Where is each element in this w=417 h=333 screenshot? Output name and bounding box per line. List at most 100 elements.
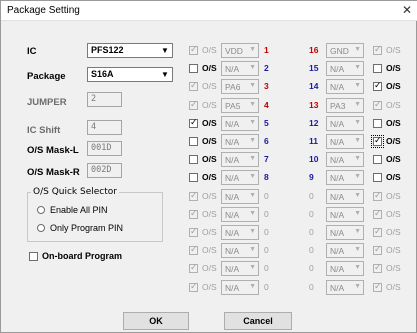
pin-row-right: 15 N/A ▼ O/S: [309, 61, 411, 77]
pin-select: N/A ▼: [326, 115, 364, 131]
chevron-down-icon: ▼: [249, 100, 256, 108]
os-label: O/S: [202, 99, 217, 110]
pin-select-value: PA5: [225, 100, 241, 111]
only-program-pin-radio[interactable]: [37, 224, 45, 232]
os-label: O/S: [202, 281, 217, 292]
chevron-down-icon: ▼: [249, 137, 256, 144]
pin-select-value: N/A: [330, 82, 345, 93]
chevron-down-icon: ▼: [354, 264, 361, 272]
os-checkbox[interactable]: [373, 64, 382, 74]
package-select[interactable]: S16A ▼: [87, 67, 173, 82]
chevron-down-icon: ▼: [161, 46, 169, 55]
enable-all-pin-radio[interactable]: [37, 206, 45, 214]
pin-select-value: N/A: [225, 137, 240, 147]
pin-number: 2: [264, 63, 269, 74]
pin-number: 0: [264, 245, 269, 256]
os-label: O/S: [386, 136, 401, 146]
chevron-down-icon: ▼: [354, 118, 361, 126]
chevron-down-icon: ▼: [249, 64, 256, 72]
only-program-pin-label[interactable]: Only Program PIN: [50, 223, 123, 233]
pin-row-left: O/S N/A ▼ 7: [189, 152, 279, 168]
os-checkbox[interactable]: [189, 137, 198, 146]
os-quick-selector-title: O/S Quick Selector: [31, 187, 119, 197]
pin-select: N/A ▼: [221, 225, 259, 240]
cancel-button[interactable]: Cancel: [224, 312, 292, 330]
pin-select-value: N/A: [225, 228, 240, 238]
chevron-down-icon: ▼: [249, 246, 256, 254]
pin-number: 9: [309, 172, 314, 183]
pin-select: N/A ▼: [326, 261, 364, 277]
pin-number: 0: [309, 281, 314, 292]
pin-number: 0: [264, 281, 269, 292]
pin-number: 13: [309, 99, 319, 110]
pin-select: N/A ▼: [221, 243, 259, 259]
pin-number: 0: [309, 208, 314, 219]
os-checkbox: ✓: [373, 263, 382, 274]
chevron-down-icon: ▼: [249, 282, 256, 290]
os-checkbox: ✓: [373, 208, 382, 219]
pin-select: GND ▼: [326, 43, 364, 58]
close-icon[interactable]: ✕: [402, 3, 412, 17]
ic-label: IC: [27, 46, 37, 57]
chevron-down-icon: ▼: [249, 118, 256, 126]
pin-select: N/A ▼: [221, 61, 259, 77]
os-label: O/S: [202, 136, 217, 146]
pin-select: N/A ▼: [221, 134, 259, 149]
chevron-down-icon: ▼: [249, 209, 256, 217]
pin-select-value: N/A: [330, 64, 345, 75]
os-label: O/S: [202, 190, 217, 201]
os-checkbox[interactable]: [189, 64, 198, 74]
enable-all-pin-label[interactable]: Enable All PIN: [50, 205, 108, 215]
pin-number: 5: [264, 117, 269, 128]
os-label: O/S: [202, 117, 217, 128]
chevron-down-icon: ▼: [354, 191, 361, 199]
onboard-program-label[interactable]: On-board Program: [42, 251, 122, 261]
os-quick-selector-group: [27, 192, 163, 242]
pin-row-left: ✓ O/S N/A ▼ 0: [189, 261, 279, 277]
pin-row-left: O/S N/A ▼ 2: [189, 61, 279, 77]
os-checkbox: ✓: [373, 227, 382, 237]
os-checkbox[interactable]: [189, 155, 198, 165]
os-checkbox[interactable]: [373, 118, 382, 128]
pin-row-right: 9 N/A ▼ O/S: [309, 170, 411, 186]
os-label: O/S: [386, 227, 401, 237]
os-checkbox[interactable]: ✓: [373, 82, 382, 92]
pin-select-value: N/A: [330, 209, 345, 220]
pin-select: N/A ▼: [221, 279, 259, 295]
pin-select-value: PA3: [330, 100, 346, 111]
pin-row-right: 14 N/A ▼ ✓ O/S: [309, 79, 411, 95]
package-setting-dialog: Package Setting ✕ IC PFS122 ▼ Package S1…: [0, 0, 417, 333]
os-checkbox[interactable]: ✓: [371, 135, 384, 148]
chevron-down-icon: ▼: [354, 155, 361, 163]
pin-select-value: N/A: [225, 246, 240, 257]
pin-row-right: 0 N/A ▼ ✓ O/S: [309, 188, 411, 204]
pin-row-right: 0 N/A ▼ ✓ O/S: [309, 243, 411, 259]
ok-button[interactable]: OK: [123, 312, 189, 330]
pin-select: N/A ▼: [221, 115, 259, 131]
os-checkbox[interactable]: [373, 155, 382, 165]
window-title: Package Setting: [7, 5, 80, 16]
os-label: O/S: [202, 263, 217, 274]
pin-row-left: ✓ O/S VDD ▼ 1: [189, 43, 279, 58]
pin-row-right: 0 N/A ▼ ✓ O/S: [309, 225, 411, 240]
os-label: O/S: [386, 263, 401, 274]
pin-select: N/A ▼: [326, 206, 364, 222]
pin-select: N/A ▼: [221, 206, 259, 222]
pin-select-value: N/A: [330, 246, 345, 257]
os-checkbox[interactable]: ✓: [189, 118, 198, 128]
os-checkbox[interactable]: [373, 173, 382, 183]
ic-select[interactable]: PFS122 ▼: [87, 43, 173, 58]
os-mask-r-field: 002D: [87, 163, 122, 178]
jumper-label: JUMPER: [27, 97, 67, 108]
pin-select: N/A ▼: [326, 243, 364, 259]
pin-number: 8: [264, 172, 269, 183]
onboard-program-checkbox[interactable]: [29, 252, 38, 261]
os-checkbox[interactable]: [189, 173, 198, 183]
pin-number: 10: [309, 154, 319, 165]
pin-select: PA5 ▼: [221, 97, 259, 113]
pin-select-value: N/A: [225, 282, 240, 293]
pin-number: 12: [309, 117, 319, 128]
pin-select-value: N/A: [225, 173, 240, 184]
chevron-down-icon: ▼: [354, 209, 361, 217]
pin-number: 0: [309, 263, 314, 274]
